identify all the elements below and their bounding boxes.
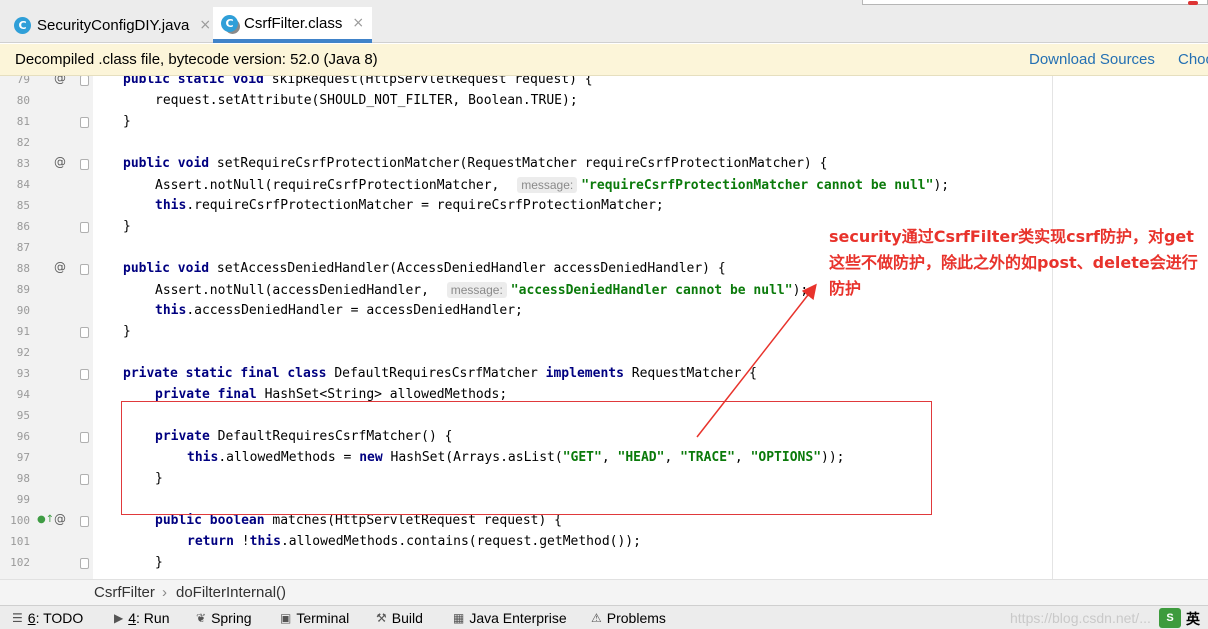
decompiled-banner: Decompiled .class file, bytecode version… — [0, 44, 1208, 76]
tool-label: Problems — [606, 610, 666, 626]
build-icon: ⚒ — [376, 611, 387, 625]
class-icon: C — [14, 16, 31, 34]
terminal-icon: ▣ — [280, 611, 292, 625]
breadcrumb-class[interactable]: CsrfFilter — [94, 584, 155, 601]
todo-tool-button[interactable]: ☰ 6 : TODO — [12, 610, 83, 626]
breadcrumb-method[interactable]: doFilterInternal() — [176, 584, 286, 601]
notification-icon[interactable] — [1188, 1, 1198, 5]
problems-icon: ⚠ — [591, 611, 602, 625]
tool-label: Build — [391, 610, 423, 626]
tool-number: 4 — [128, 610, 137, 626]
ime-language[interactable]: 英 — [1186, 609, 1200, 629]
tool-label: Terminal — [296, 610, 350, 626]
tool-label: Spring — [211, 610, 252, 626]
breadcrumb: CsrfFilter › doFilterInternal() — [0, 579, 1208, 605]
tool-number: 6 — [27, 610, 36, 626]
problems-tool-button[interactable]: ⚠ Problems — [591, 610, 666, 626]
tab-csrf-filter-class[interactable]: C CsrfFilter.class × — [213, 7, 373, 43]
annotation-arrow-icon — [696, 283, 817, 438]
tool-window-bar: ☰ 6 : TODO ▶ 4 : Run ❦ Spring ▣ Terminal… — [0, 605, 1208, 629]
ime-badge-icon[interactable]: S — [1159, 608, 1181, 628]
tool-label: : Run — [136, 610, 170, 626]
terminal-tool-button[interactable]: ▣ Terminal — [280, 610, 349, 626]
code-editor[interactable]: 79 @ public static void skipRequest(HttpSe… — [0, 76, 1208, 579]
tab-label: SecurityConfigDIY.java — [37, 16, 190, 34]
java-enterprise-tool-button[interactable]: ▦ Java Enterprise — [453, 610, 567, 626]
java-enterprise-icon: ▦ — [453, 611, 465, 625]
spring-tool-button[interactable]: ❦ Spring — [196, 610, 252, 626]
run-icon: ▶ — [114, 611, 124, 625]
build-tool-button[interactable]: ⚒ Build — [376, 610, 423, 626]
banner-message: Decompiled .class file, bytecode version… — [15, 51, 378, 68]
tool-label: Java Enterprise — [469, 610, 567, 626]
spring-icon: ❦ — [196, 611, 207, 625]
watermark: https://blog.csdn.net/... — [1010, 610, 1151, 626]
run-tool-button[interactable]: ▶ 4 : Run — [114, 610, 170, 626]
download-sources-link[interactable]: Download Sources — [1029, 51, 1155, 68]
breadcrumb-separator: › — [162, 584, 167, 601]
tab-label: CsrfFilter.class — [244, 14, 343, 32]
choose-sources-link[interactable]: Choo — [1178, 51, 1208, 68]
close-icon[interactable]: × — [199, 17, 211, 33]
tool-label: : TODO — [35, 610, 84, 626]
todo-icon: ☰ — [12, 611, 23, 625]
close-icon[interactable]: × — [352, 15, 364, 31]
tab-security-config-diy[interactable]: C SecurityConfigDIY.java × — [6, 7, 219, 43]
search-popup-edge — [862, 0, 1208, 5]
editor-tab-bar: C SecurityConfigDIY.java × C CsrfFilter.… — [0, 0, 1208, 43]
class-locked-icon: C — [221, 14, 238, 32]
